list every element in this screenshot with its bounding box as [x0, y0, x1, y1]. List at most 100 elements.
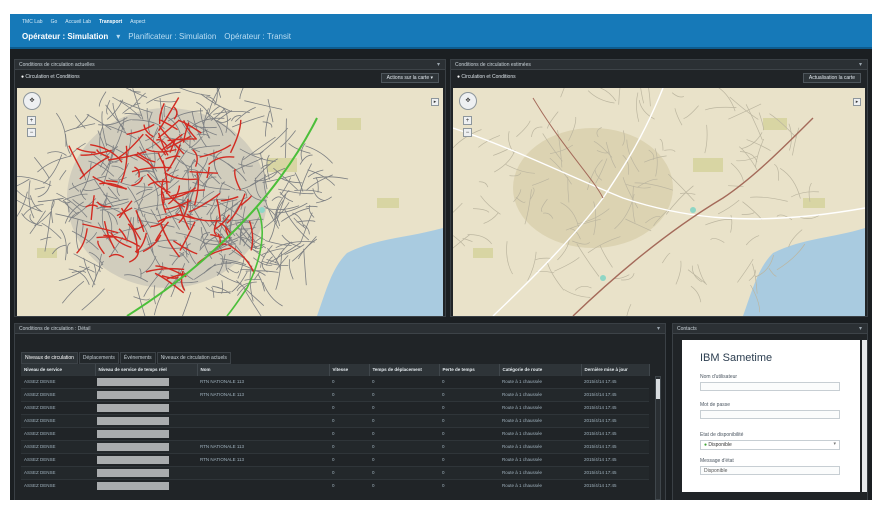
- column-header[interactable]: Niveau de service: [21, 364, 96, 375]
- redacted-value: [97, 442, 169, 451]
- map-actions-button[interactable]: Actions sur la carte ▾: [380, 73, 439, 83]
- status-select[interactable]: ● Disponible ▾: [700, 440, 840, 450]
- current-traffic-map[interactable]: ✥ + − ▸: [17, 88, 443, 316]
- column-header[interactable]: Niveau de service de temps réel: [95, 364, 198, 375]
- table-row[interactable]: ASSEZ DENSE 0 0 0 Route à 1 chaussée 2015/4/1…: [21, 478, 649, 492]
- zoom-in-icon[interactable]: +: [27, 116, 36, 125]
- tab-deplacements[interactable]: Déplacements: [78, 352, 119, 364]
- travel-time-cell: 0: [369, 400, 439, 414]
- table-row[interactable]: ASSEZ DENSE 0 0 0 Route à 1 chaussée 2015/4/1…: [21, 413, 649, 427]
- topnav-item[interactable]: Accueil Lab: [65, 19, 91, 25]
- panel-title-text: Contacts: [677, 326, 697, 332]
- time-loss-cell: 0: [439, 426, 499, 440]
- realtime-service-cell: [95, 426, 197, 440]
- last-update-cell: 2015/4/14 17:45: [581, 478, 649, 492]
- pan-control-icon[interactable]: ✥: [459, 92, 477, 110]
- speed-cell: 0: [329, 387, 369, 401]
- layer-toggle-label: Circulation et Conditions: [461, 74, 516, 80]
- road-category-cell: Route à 1 chaussée: [499, 452, 581, 466]
- username-input[interactable]: [700, 382, 840, 391]
- travel-time-cell: 0: [369, 465, 439, 479]
- app-screen: TMC Lab Go Accueil Lab Transport Aspect …: [10, 14, 872, 500]
- chevron-down-icon[interactable]: ▾: [657, 325, 660, 332]
- layer-toggle[interactable]: ● Circulation et Conditions: [457, 74, 516, 80]
- estimated-traffic-panel: Conditions de circulation estimées ▾ ● C…: [450, 59, 868, 317]
- perspective-navigation: Opérateur : Simulation ▾ Planificateur :…: [22, 32, 291, 41]
- available-status-icon: ●: [704, 442, 708, 448]
- table-row[interactable]: ASSEZ DENSE RTN NATIONALE 113 0 0 0 Route à 1…: [21, 387, 649, 401]
- column-header[interactable]: Catégorie de route: [499, 364, 582, 375]
- column-header[interactable]: Vitesse: [329, 364, 370, 375]
- road-name-cell: [197, 465, 329, 479]
- service-level-cell: ASSEZ DENSE: [21, 478, 95, 492]
- table-row[interactable]: ASSEZ DENSE RTN NATIONALE 113 0 0 0 Route à 1…: [21, 374, 649, 388]
- time-loss-cell: 0: [439, 478, 499, 492]
- road-name-cell: [197, 478, 329, 492]
- tab-niveaux-circulation[interactable]: Niveaux de circulation: [21, 352, 78, 364]
- status-message-input[interactable]: Disponible: [700, 466, 840, 475]
- column-header[interactable]: Perte de temps: [439, 364, 500, 375]
- pan-control-icon[interactable]: ✥: [23, 92, 41, 110]
- perspective-current[interactable]: Opérateur : Simulation: [22, 32, 108, 41]
- zoom-out-icon[interactable]: −: [463, 128, 472, 137]
- panel-title: Conditions de circulation actuelles ▾: [15, 60, 445, 70]
- table-row[interactable]: ASSEZ DENSE 0 0 0 Route à 1 chaussée 2015/4/1…: [21, 400, 649, 414]
- layer-toggle[interactable]: ● Circulation et Conditions: [21, 74, 80, 80]
- username-label: Nom d'utilisateur: [700, 374, 738, 380]
- perspective-item[interactable]: Planificateur : Simulation: [128, 32, 216, 41]
- zoom-out-icon[interactable]: −: [27, 128, 36, 137]
- tab-niveaux-actuels[interactable]: Niveaux de circulation actuels: [156, 352, 231, 364]
- speed-cell: 0: [329, 465, 369, 479]
- topnav-item-transport[interactable]: Transport: [99, 19, 122, 25]
- travel-time-cell: 0: [369, 439, 439, 453]
- chevron-down-icon[interactable]: ▾: [859, 325, 862, 332]
- chevron-down-icon[interactable]: ▾: [116, 32, 120, 41]
- perspective-item[interactable]: Opérateur : Transit: [224, 32, 291, 41]
- realtime-service-cell: [95, 439, 197, 453]
- chevron-down-icon[interactable]: ▾: [437, 61, 440, 68]
- realtime-service-cell: [95, 465, 197, 479]
- estimated-traffic-map[interactable]: ✥ + − ▸: [453, 88, 865, 316]
- speed-cell: 0: [329, 374, 369, 388]
- speed-cell: 0: [329, 439, 369, 453]
- layers-icon[interactable]: ▸: [853, 98, 861, 106]
- table-row[interactable]: ASSEZ DENSE 0 0 0 Route à 1 chaussée 2015/4/1…: [21, 465, 649, 479]
- topnav-item[interactable]: Go: [51, 19, 58, 25]
- table-scrollbar[interactable]: [655, 376, 661, 500]
- road-name-cell: [197, 413, 329, 427]
- column-header[interactable]: Dernière mise à jour: [581, 364, 650, 375]
- time-loss-cell: 0: [439, 400, 499, 414]
- redacted-value: [97, 455, 169, 464]
- traffic-detail-panel: Conditions de circulation : Détail ▾ Niv…: [14, 323, 666, 500]
- column-header[interactable]: Temps de déplacement: [369, 364, 440, 375]
- chevron-down-icon[interactable]: ▾: [859, 61, 862, 68]
- zoom-in-icon[interactable]: +: [463, 116, 472, 125]
- topnav-item[interactable]: TMC Lab: [22, 19, 43, 25]
- speed-cell: 0: [329, 400, 369, 414]
- map-toolbar: ● Circulation et Conditions Actualisatio…: [451, 70, 867, 86]
- tab-evenements[interactable]: Événements: [119, 352, 156, 364]
- realtime-service-cell: [95, 452, 197, 466]
- road-name-cell: RTN NATIONALE 113: [197, 374, 329, 388]
- travel-time-cell: 0: [369, 426, 439, 440]
- topnav-item[interactable]: Aspect: [130, 19, 145, 25]
- contacts-scrollbar[interactable]: [862, 340, 867, 492]
- column-header[interactable]: Nom: [197, 364, 330, 375]
- road-name-cell: RTN NATIONALE 113: [197, 439, 329, 453]
- table-row[interactable]: ASSEZ DENSE 0 0 0 Route à 1 chaussée 2015/4/1…: [21, 426, 649, 440]
- table-row[interactable]: ASSEZ DENSE RTN NATIONALE 113 0 0 0 Route à 1…: [21, 439, 649, 453]
- road-name-cell: RTN NATIONALE 113: [197, 387, 329, 401]
- realtime-service-cell: [95, 400, 197, 414]
- road-category-cell: Route à 1 chaussée: [499, 478, 581, 492]
- road-name-cell: RTN NATIONALE 113: [197, 452, 329, 466]
- refresh-map-button[interactable]: Actualisation la carte: [802, 73, 861, 83]
- password-input[interactable]: [700, 410, 840, 419]
- scrollbar-thumb[interactable]: [656, 379, 660, 399]
- layers-icon[interactable]: ▸: [431, 98, 439, 106]
- realtime-service-cell: [95, 413, 197, 427]
- panel-title: Conditions de circulation estimées ▾: [451, 60, 867, 70]
- last-update-cell: 2015/4/14 17:45: [581, 426, 649, 440]
- service-level-cell: ASSEZ DENSE: [21, 400, 95, 414]
- road-category-cell: Route à 1 chaussée: [499, 413, 581, 427]
- table-row[interactable]: ASSEZ DENSE RTN NATIONALE 113 0 0 0 Route à 1…: [21, 452, 649, 466]
